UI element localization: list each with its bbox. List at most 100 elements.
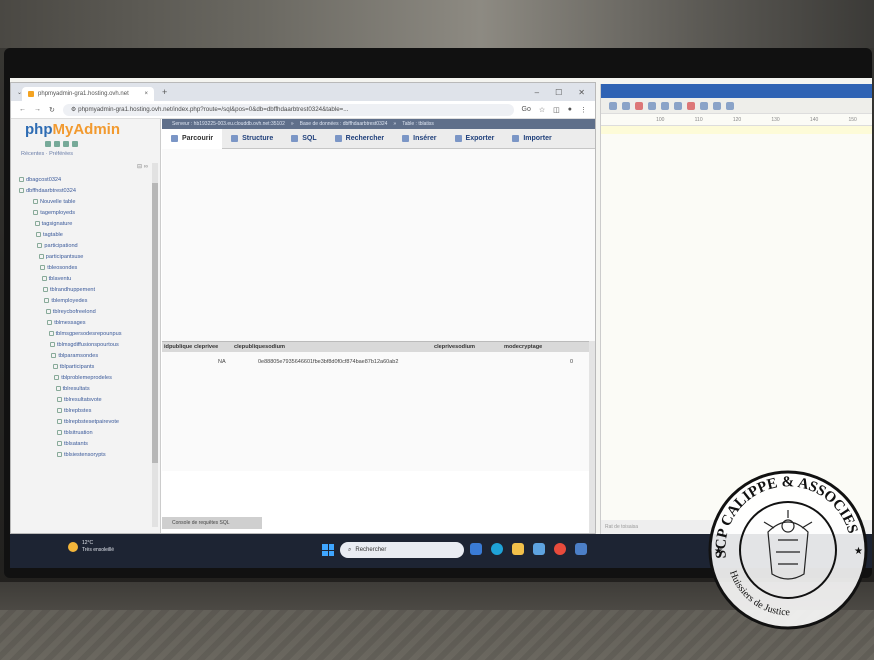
task-view-icon[interactable] (470, 543, 482, 555)
settings-icon[interactable] (63, 141, 69, 147)
weather-text: 12°C Très ensoleillé (82, 540, 114, 554)
bookmark-star-icon[interactable]: ☆ (539, 106, 545, 114)
toolbar-icon[interactable] (700, 101, 708, 110)
export-icon (454, 135, 462, 142)
store-icon[interactable] (533, 543, 545, 555)
reload-icon[interactable]: ↻ (49, 106, 55, 114)
tab-import[interactable]: Importer (503, 129, 560, 149)
toolbar-icon[interactable] (648, 101, 656, 110)
tree-item[interactable]: tblparticipants (19, 361, 160, 372)
search-icon (334, 135, 342, 142)
weather-widget[interactable]: 12°C Très ensoleillé (68, 540, 114, 554)
breadcrumb-server[interactable]: Serveur : hb193225-003.eu.clouddb.ovh.ne… (172, 121, 285, 127)
toolbar-icon[interactable] (726, 101, 734, 110)
nav-scroll-thumb[interactable] (152, 183, 158, 463)
tree-item[interactable]: tblproblemeprodeles (19, 372, 160, 383)
tree-item[interactable]: dbagcost0324 (19, 174, 160, 185)
forward-icon[interactable]: → (34, 106, 41, 113)
table-row[interactable]: NA 0e88805e7935646601fbe3bf8d0f0cf874bae… (162, 352, 595, 372)
column-header[interactable]: idpublique (162, 344, 194, 350)
file-explorer-icon[interactable] (512, 543, 524, 555)
edge-icon[interactable] (491, 543, 503, 555)
url-field[interactable]: ⚙ phpmyadmin-gra1.hosting.ovh.net/index.… (62, 103, 514, 116)
close-window-button[interactable]: ✕ (578, 88, 585, 97)
toolbar-icon[interactable] (713, 101, 721, 110)
column-header[interactable]: cleprivesodium (434, 344, 504, 350)
app-icon[interactable] (575, 543, 587, 555)
minimize-button[interactable]: – (535, 88, 539, 97)
table-cell[interactable]: 0 (570, 359, 590, 365)
collapse-all-icon[interactable]: ⊟ ∞ (11, 157, 160, 170)
column-header[interactable]: modecryptage (504, 344, 564, 350)
home-icon[interactable] (45, 141, 51, 147)
start-button[interactable] (322, 544, 334, 556)
extensions-icon[interactable]: ◫ (553, 106, 560, 114)
tree-item[interactable]: participantsuse (19, 251, 160, 262)
toolbar-icon[interactable] (622, 101, 630, 110)
reload-nav-icon[interactable] (72, 141, 78, 147)
new-tab-button[interactable]: + (162, 87, 167, 97)
tab-structure[interactable]: Structure (222, 129, 282, 149)
tab-label: Insérer (413, 135, 437, 142)
tree-item[interactable]: tblresultatsvote (19, 394, 160, 405)
selected-line (601, 126, 872, 134)
column-header[interactable]: clepubliquesodium (234, 344, 434, 350)
tree-item[interactable]: tagemployeds (19, 207, 160, 218)
tree-item[interactable]: dbffhdaarbtrest0324 (19, 185, 160, 196)
profile-icon[interactable]: ● (568, 106, 572, 113)
tree-item[interactable]: participationd (19, 240, 160, 251)
toolbar-icon[interactable] (635, 101, 643, 110)
toolbar-icon[interactable] (661, 101, 669, 110)
breadcrumb-database[interactable]: Base de données : dbffhdaarbtrest0324 (300, 121, 388, 127)
tab-bar: ⌄ phpmyadmin-gra1.hosting.ovh.net × + – … (11, 83, 595, 101)
maximize-button[interactable]: ☐ (555, 88, 562, 97)
breadcrumb-table[interactable]: Table : tblatiss (402, 121, 434, 127)
back-icon[interactable]: ← (19, 106, 26, 113)
tree-item[interactable]: tblmsgdiffusionspourtous (19, 339, 160, 350)
table-cell[interactable]: 0e88805e7935646601fbe3bf8d0f0cf874bae87b… (258, 359, 570, 365)
tree-item[interactable]: tblsatants (19, 438, 160, 449)
taskbar-search[interactable]: ⌕ Rechercher (340, 542, 464, 558)
column-header[interactable]: cleprivee (194, 344, 234, 350)
site-info-icon[interactable]: ⚙ (71, 106, 78, 113)
tree-item[interactable]: tblemployedes (19, 295, 160, 306)
tab-insert[interactable]: Insérer (393, 129, 445, 149)
recent-favorites[interactable]: Récentes · Préférées (11, 147, 160, 157)
results-scrollbar[interactable] (589, 341, 595, 533)
tab-close-icon[interactable]: × (145, 91, 149, 97)
docs-icon[interactable] (54, 141, 60, 147)
tree-item-label: tblresultatsvote (64, 396, 102, 403)
tree-item[interactable]: tblmsgpersodesrepounpus (19, 328, 160, 339)
tree-item[interactable]: tblrepbstesetpairevote (19, 416, 160, 427)
translate-badge[interactable]: Go (522, 106, 531, 113)
nav-scrollbar[interactable] (152, 163, 158, 527)
tab-browse[interactable]: Parcourir (162, 128, 223, 149)
phpmyadmin-logo[interactable]: phpMyAdmin (11, 119, 160, 138)
tab-sql[interactable]: SQL (282, 129, 325, 149)
tree-item[interactable]: tbleosondes (19, 262, 160, 273)
tree-item-label: tblsiestensorypts (64, 451, 106, 458)
tree-item[interactable]: tblsitruation (19, 427, 160, 438)
table-cell[interactable]: NA (218, 359, 258, 365)
tab-search[interactable]: Rechercher (326, 129, 394, 149)
tree-item[interactable]: tblaventu (19, 273, 160, 284)
tree-item[interactable]: Nouvelle table (19, 196, 160, 207)
tree-item[interactable]: tagsignature (19, 218, 160, 229)
tree-item[interactable]: tblsiestensorypts (19, 449, 160, 460)
toolbar-icon[interactable] (609, 101, 617, 110)
tree-item[interactable]: tblresultats (19, 383, 160, 394)
browser-menu-icon[interactable]: ⋮ (580, 106, 587, 114)
table-icon (38, 254, 44, 259)
tree-item[interactable]: tblrepbstes (19, 405, 160, 416)
tree-item[interactable]: tblmessages (19, 317, 160, 328)
tree-item[interactable]: tblreycbofreelond (19, 306, 160, 317)
browser-tab[interactable]: phpmyadmin-gra1.hosting.ovh.net × (22, 87, 155, 101)
tree-item[interactable]: tblrandhuppement (19, 284, 160, 295)
sql-console-toggle[interactable]: Console de requêtes SQL (162, 517, 262, 529)
tree-item[interactable]: tagtable (19, 229, 160, 240)
chrome-icon[interactable] (554, 543, 566, 555)
toolbar-icon[interactable] (674, 101, 682, 110)
tab-export[interactable]: Exporter (446, 129, 504, 149)
tree-item[interactable]: tblparamsondes (19, 350, 160, 361)
toolbar-icon[interactable] (687, 101, 695, 110)
